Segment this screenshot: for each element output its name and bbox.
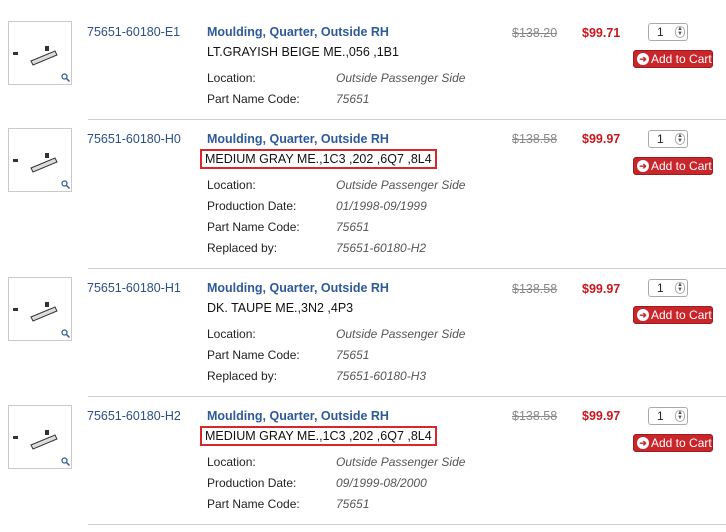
detail-value: 01/1998-09/1999 — [336, 199, 427, 213]
quantity-stepper[interactable]: 1 ▲ ▼ — [648, 130, 688, 148]
detail-value: Outside Passenger Side — [336, 327, 466, 341]
spinner-arrows-icon[interactable]: ▲ ▼ — [675, 410, 685, 422]
part-title-link[interactable]: Moulding, Quarter, Outside RH — [207, 132, 389, 146]
list-price: $138.58 — [512, 282, 558, 296]
arrow-right-icon: ➜ — [637, 160, 649, 172]
part-description: LT.GRAYISH BEIGE ME.,056 ,1B1 — [207, 45, 399, 59]
detail-label: Production Date: — [207, 199, 297, 213]
detail-label: Part Name Code: — [207, 497, 300, 511]
detail-value: Outside Passenger Side — [336, 178, 466, 192]
detail-value: 75651 — [336, 497, 370, 511]
quantity-value: 1 — [657, 132, 664, 146]
quantity-value: 1 — [657, 409, 664, 423]
list-price: $138.58 — [512, 132, 558, 146]
zoom-icon[interactable] — [61, 180, 70, 189]
detail-value: Outside Passenger Side — [336, 455, 466, 469]
list-price: $138.58 — [512, 409, 558, 423]
detail-label: Part Name Code: — [207, 348, 300, 362]
detail-value: 75651-60180-H2 — [336, 241, 427, 255]
part-title-link[interactable]: Moulding, Quarter, Outside RH — [207, 409, 389, 423]
add-to-cart-label: Add to Cart — [651, 308, 712, 322]
zoom-icon[interactable] — [61, 457, 70, 466]
detail-value: 09/1999-08/2000 — [336, 476, 427, 490]
spinner-arrows-icon[interactable]: ▲ ▼ — [675, 282, 685, 294]
add-to-cart-button[interactable]: ➜ Add to Cart — [633, 434, 713, 452]
row-divider — [88, 524, 726, 525]
add-to-cart-label: Add to Cart — [651, 52, 712, 66]
add-to-cart-button[interactable]: ➜ Add to Cart — [633, 306, 713, 324]
arrow-right-icon: ➜ — [637, 309, 649, 321]
spinner-arrows-icon[interactable]: ▲ ▼ — [675, 26, 685, 38]
part-number-link[interactable]: 75651-60180-H1 — [87, 281, 181, 295]
arrow-right-icon: ➜ — [637, 437, 649, 449]
spinner-arrows-icon[interactable]: ▲ ▼ — [675, 133, 685, 145]
detail-label: Part Name Code: — [207, 92, 300, 106]
part-number-link[interactable]: 75651-60180-E1 — [87, 25, 180, 39]
detail-value: 75651 — [336, 92, 370, 106]
detail-label: Replaced by: — [207, 241, 278, 255]
part-title-link[interactable]: Moulding, Quarter, Outside RH — [207, 281, 389, 295]
part-number-link[interactable]: 75651-60180-H2 — [87, 409, 181, 423]
detail-value: 75651 — [336, 220, 370, 234]
sale-price: $99.71 — [582, 26, 621, 40]
arrow-right-icon: ➜ — [637, 53, 649, 65]
zoom-icon[interactable] — [61, 73, 70, 82]
add-to-cart-button[interactable]: ➜ Add to Cart — [633, 157, 713, 175]
detail-value: 75651-60180-H3 — [336, 369, 427, 383]
sale-price: $99.97 — [582, 132, 621, 146]
detail-value: Outside Passenger Side — [336, 71, 466, 85]
detail-label: Replaced by: — [207, 369, 278, 383]
detail-label: Location: — [207, 71, 256, 85]
part-thumbnail[interactable] — [8, 128, 72, 192]
detail-label: Production Date: — [207, 476, 297, 490]
part-thumbnail[interactable] — [8, 277, 72, 341]
detail-label: Location: — [207, 178, 256, 192]
quantity-value: 1 — [657, 25, 664, 39]
part-description: MEDIUM GRAY ME.,1C3 ,202 ,6Q7 ,8L4 — [200, 426, 437, 446]
quantity-stepper[interactable]: 1 ▲ ▼ — [648, 279, 688, 297]
row-divider — [88, 268, 726, 269]
list-price: $138.20 — [512, 26, 558, 40]
add-to-cart-label: Add to Cart — [651, 436, 712, 450]
detail-label: Part Name Code: — [207, 220, 300, 234]
sale-price: $99.97 — [582, 409, 621, 423]
part-thumbnail[interactable] — [8, 21, 72, 85]
quantity-stepper[interactable]: 1 ▲ ▼ — [648, 407, 688, 425]
quantity-stepper[interactable]: 1 ▲ ▼ — [648, 23, 688, 41]
quantity-value: 1 — [657, 281, 664, 295]
part-description: MEDIUM GRAY ME.,1C3 ,202 ,6Q7 ,8L4 — [200, 149, 437, 169]
detail-label: Location: — [207, 455, 256, 469]
detail-value: 75651 — [336, 348, 370, 362]
detail-label: Location: — [207, 327, 256, 341]
sale-price: $99.97 — [582, 282, 621, 296]
zoom-icon[interactable] — [61, 329, 70, 338]
row-divider — [88, 119, 726, 120]
add-to-cart-label: Add to Cart — [651, 159, 712, 173]
add-to-cart-button[interactable]: ➜ Add to Cart — [633, 50, 713, 68]
part-title-link[interactable]: Moulding, Quarter, Outside RH — [207, 25, 389, 39]
part-number-link[interactable]: 75651-60180-H0 — [87, 132, 181, 146]
part-description: DK. TAUPE ME.,3N2 ,4P3 — [207, 301, 354, 315]
row-divider — [88, 396, 726, 397]
part-thumbnail[interactable] — [8, 405, 72, 469]
